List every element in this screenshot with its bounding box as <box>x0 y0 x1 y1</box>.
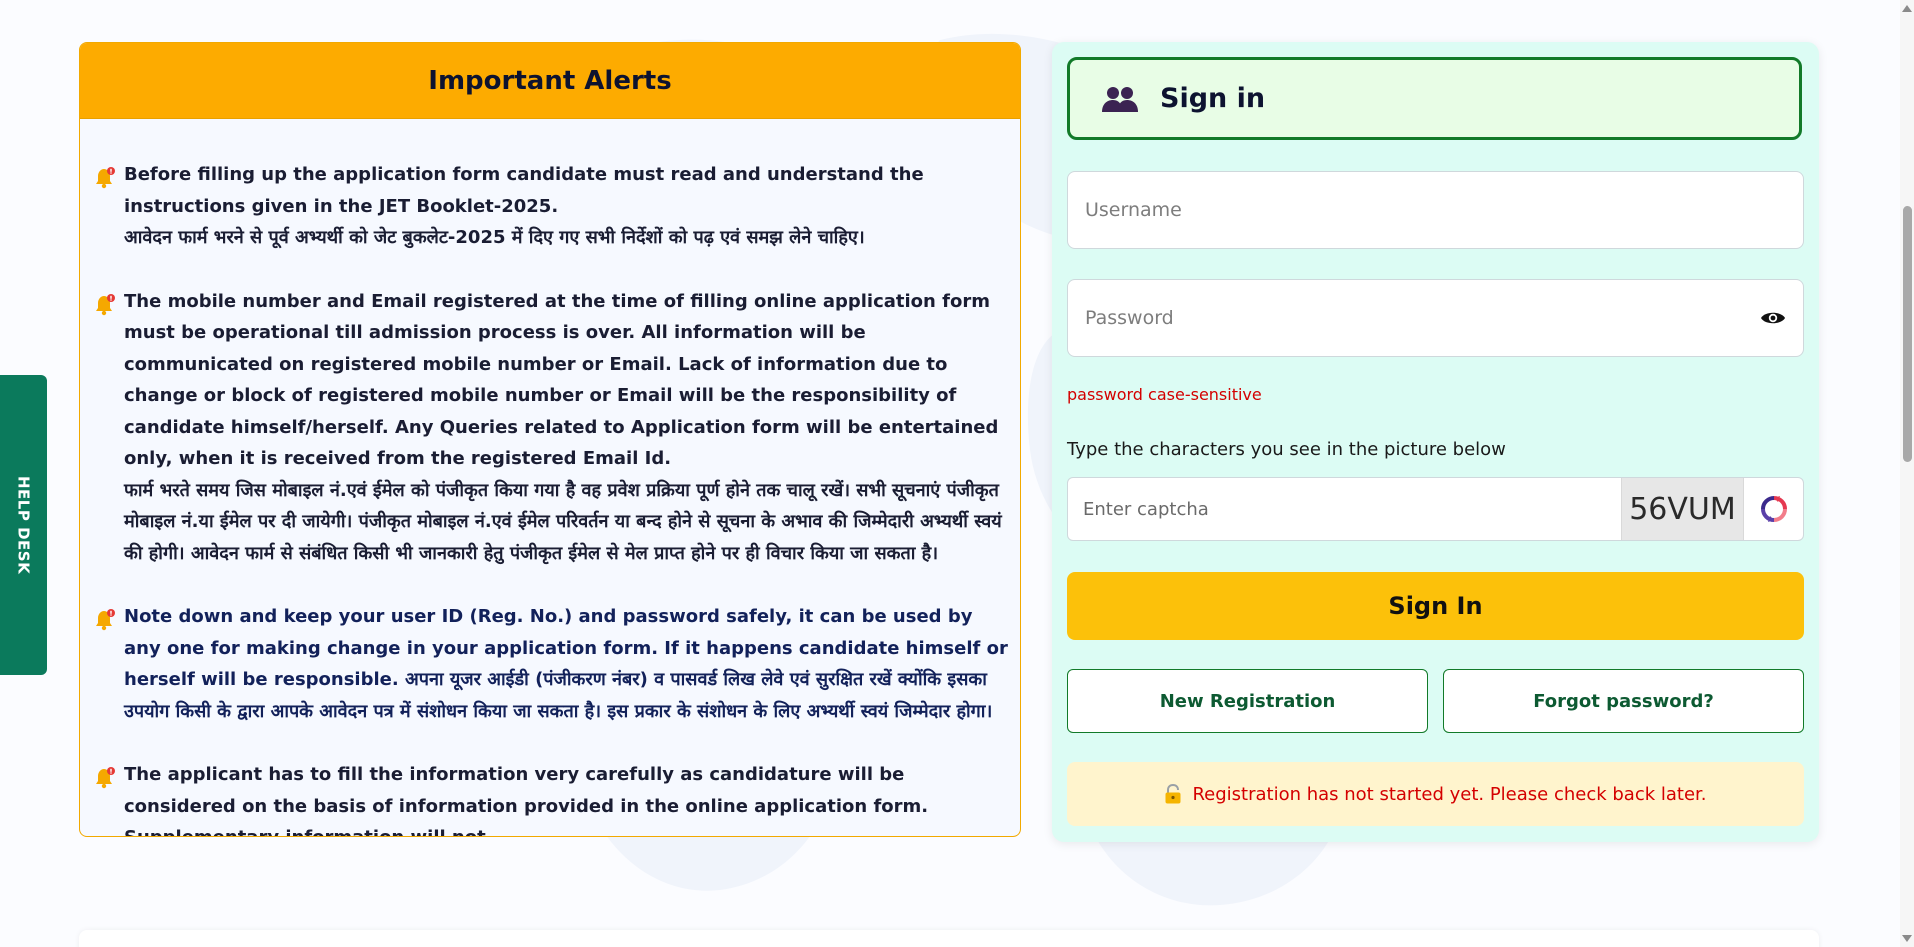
notice-text: Registration has not started yet. Please… <box>1192 783 1707 805</box>
password-input[interactable] <box>1085 307 1760 329</box>
captcha-image: 56VUM <box>1621 478 1743 540</box>
username-field[interactable] <box>1067 171 1804 249</box>
alert-item: The mobile number and Email registered a… <box>92 286 1008 570</box>
scroll-thumb[interactable] <box>1903 206 1912 462</box>
bell-alert-icon <box>96 167 115 189</box>
password-hint: password case-sensitive <box>1067 385 1262 404</box>
bottom-section <box>79 930 1819 947</box>
signin-header: Sign in <box>1067 57 1802 140</box>
bell-alert-icon <box>96 293 115 315</box>
signin-button[interactable]: Sign In <box>1067 572 1804 640</box>
signin-title: Sign in <box>1160 83 1266 114</box>
captcha-refresh-button[interactable] <box>1743 478 1803 540</box>
scroll-down-arrow[interactable] <box>1902 935 1912 942</box>
registration-notice: Registration has not started yet. Please… <box>1067 762 1804 826</box>
alert-item: Before filling up the application form c… <box>92 159 1008 254</box>
bell-alert-icon <box>96 767 115 789</box>
captcha-label: Type the characters you see in the pictu… <box>1067 439 1506 460</box>
alert-item: Note down and keep your user ID (Reg. No… <box>92 601 1008 727</box>
help-desk-label: HELP DESK <box>14 475 33 575</box>
alert-text: The applicant has to fill the informatio… <box>124 764 929 836</box>
page-scrollbar[interactable] <box>1900 0 1914 947</box>
captcha-input[interactable] <box>1068 478 1621 540</box>
alerts-list[interactable]: Before filling up the application form c… <box>80 119 1020 836</box>
users-icon <box>1102 86 1138 112</box>
alert-text: Note down and keep your user ID (Reg. No… <box>124 606 1008 722</box>
username-input[interactable] <box>1085 199 1786 221</box>
alerts-title: Important Alerts <box>428 65 672 96</box>
forgot-password-button[interactable]: Forgot password? <box>1443 669 1804 733</box>
help-desk-tab[interactable]: HELP DESK <box>0 375 47 675</box>
alert-text: Before filling up the application form c… <box>124 164 924 248</box>
lock-icon <box>1165 784 1181 804</box>
alert-item: The applicant has to fill the informatio… <box>92 759 1008 836</box>
new-registration-button[interactable]: New Registration <box>1067 669 1428 733</box>
important-alerts-panel: Important Alerts Before filling up the a… <box>79 42 1021 837</box>
eye-icon[interactable] <box>1760 309 1786 327</box>
captcha-row: 56VUM <box>1067 477 1804 541</box>
bell-alert-icon <box>96 609 115 631</box>
scroll-up-arrow[interactable] <box>1902 5 1912 12</box>
refresh-icon <box>1760 496 1787 522</box>
alert-text: The mobile number and Email registered a… <box>124 290 1002 564</box>
alerts-header: Important Alerts <box>80 43 1020 119</box>
password-field[interactable] <box>1067 279 1804 357</box>
signin-card: Sign in password case-sensitive Type the… <box>1052 42 1819 842</box>
